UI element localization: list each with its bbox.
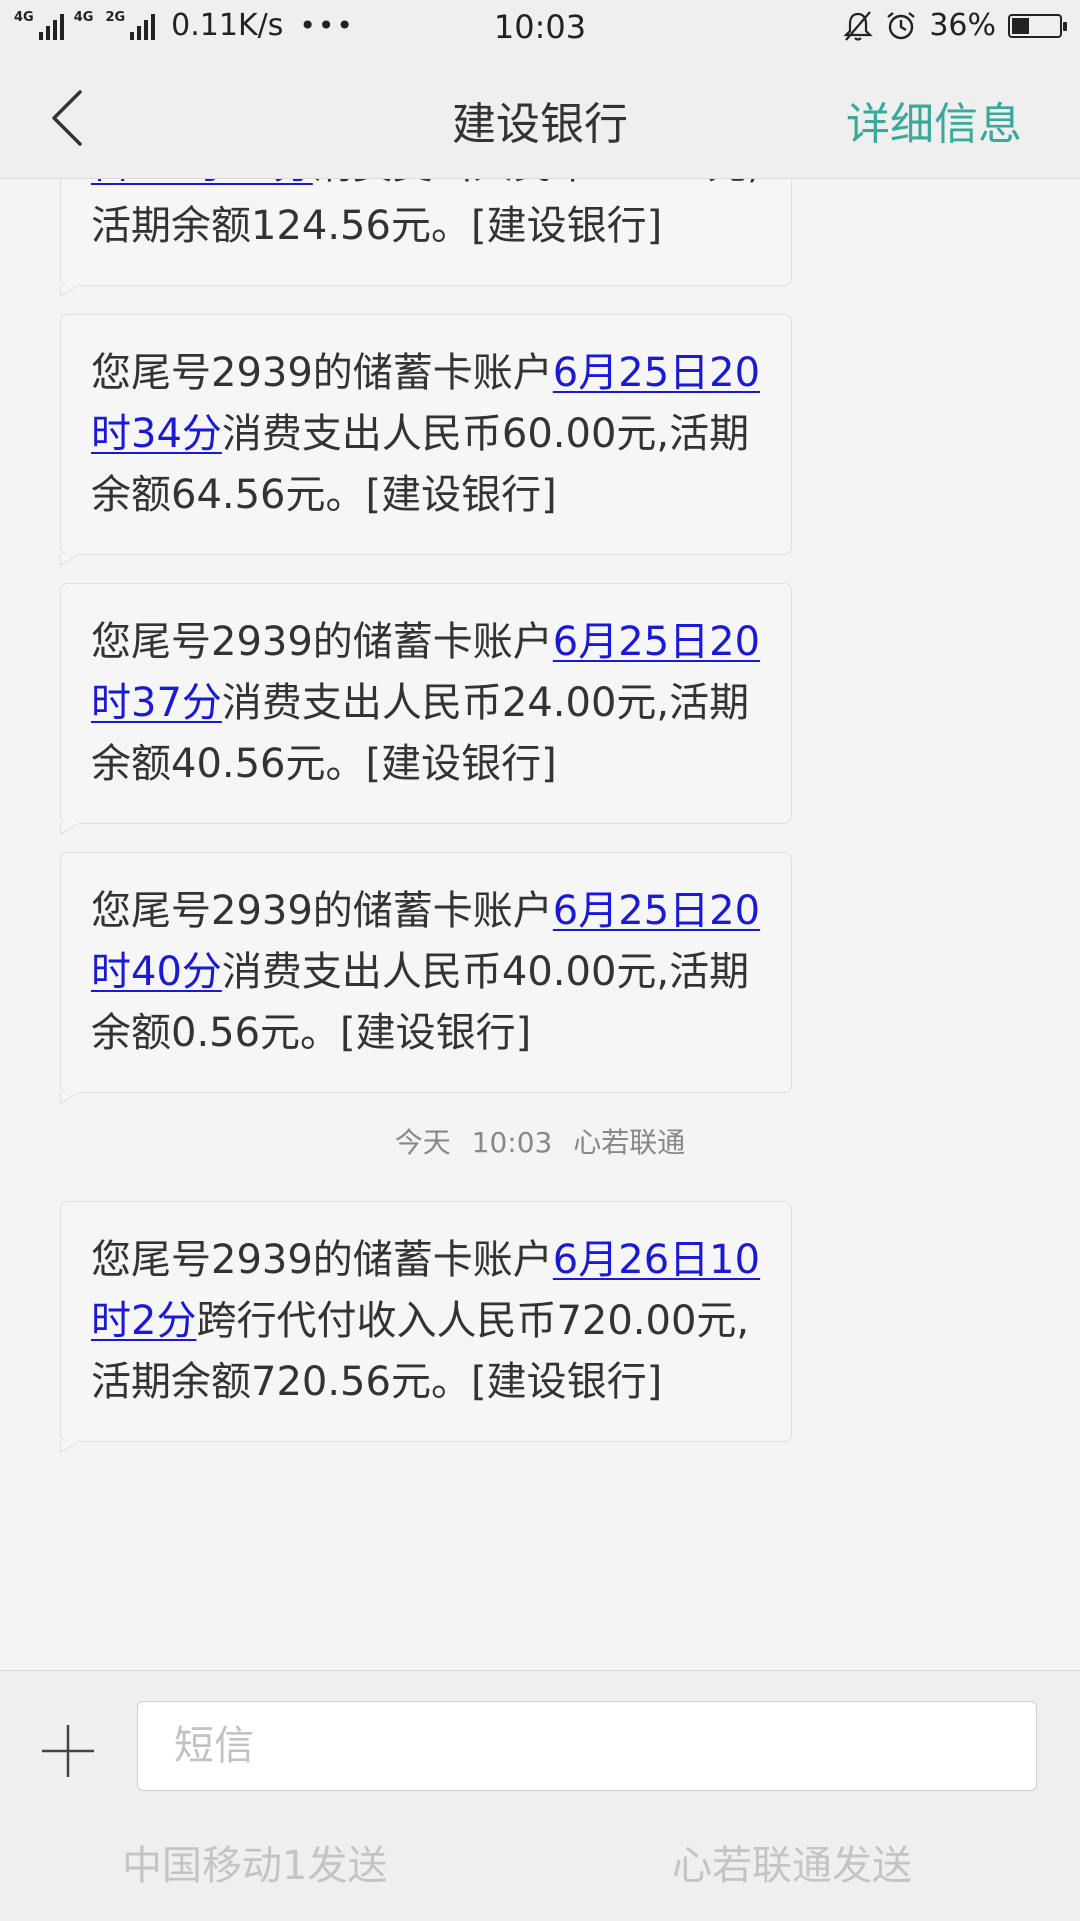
alarm-clock-icon (887, 11, 916, 39)
message-timestamp: 今天 10:03 心若联通 (0, 1121, 1080, 1161)
timestamp-time: 10:03 (471, 1126, 553, 1159)
message-text-before: 您尾号2939的储蓄卡账户 (91, 1237, 553, 1283)
battery-icon (1008, 13, 1067, 38)
conversation-header: 建设银行 详细信息 (0, 60, 1080, 179)
status-right: 36% (843, 8, 1067, 43)
timestamp-day: 今天 (394, 1126, 451, 1159)
details-button[interactable]: 详细信息 (846, 88, 1022, 152)
status-bar: 4G 4G 2G 0.11K/s ••• 10:03 36% (0, 0, 1080, 60)
bell-muted-icon (843, 10, 873, 41)
compose-bar: 中国移动1发送 心若联通发送 (0, 1670, 1080, 1921)
plus-icon (42, 1725, 94, 1777)
message-text-before: 您尾号2939的储蓄卡账户 (91, 619, 553, 665)
message-bubble[interactable]: 您尾号2939的储蓄卡账户6月25日20时34分消费支出人民币60.00元,活期… (60, 314, 792, 566)
sms-input[interactable] (137, 1701, 1037, 1791)
timestamp-carrier: 心若联通 (573, 1126, 686, 1159)
message-list[interactable]: 日20时31分消费支出人民币30.00元,活期余额124.56元。[建设银行] … (0, 179, 1080, 1670)
message-bubble-latest[interactable]: 您尾号2939的储蓄卡账户6月26日10时2分跨行代付收入人民币720.00元,… (60, 1201, 792, 1453)
send-sim1-button[interactable]: 中国移动1发送 (122, 1833, 387, 1891)
add-attachment-button[interactable] (38, 1721, 98, 1781)
message-bubble[interactable]: 日20时31分消费支出人民币30.00元,活期余额124.56元。[建设银行] (60, 179, 792, 297)
message-text-before: 您尾号2939的储蓄卡账户 (91, 888, 553, 934)
message-text-after: 消费支出人民币30.00元,活期余额124.56元。[建设银行] (91, 179, 760, 249)
battery-fill (1012, 17, 1029, 34)
message-bubble[interactable]: 您尾号2939的储蓄卡账户6月25日20时37分消费支出人民币24.00元,活期… (60, 583, 792, 835)
battery-percent: 36% (929, 8, 996, 43)
send-sim2-button[interactable]: 心若联通发送 (672, 1833, 912, 1891)
message-bubble[interactable]: 您尾号2939的储蓄卡账户6月25日20时40分消费支出人民币40.00元,活期… (60, 852, 792, 1104)
message-date-link[interactable]: 日20时31分 (91, 179, 313, 188)
message-text-before: 您尾号2939的储蓄卡账户 (91, 350, 553, 396)
